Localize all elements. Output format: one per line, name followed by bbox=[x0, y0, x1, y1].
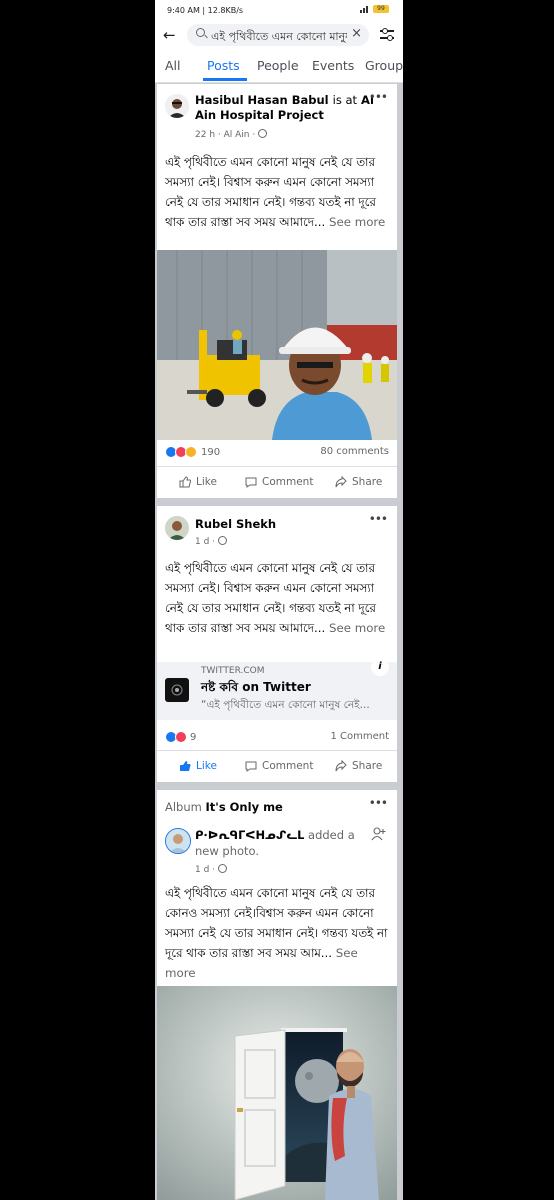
post-card: Album It's Only me ••• ᑭ∙ᐅᕆᑫᒥᐸᕼᓄᔑᓚᒪ adde… bbox=[157, 790, 397, 1200]
active-tab-indicator bbox=[203, 78, 247, 81]
share-button[interactable]: Share bbox=[335, 760, 382, 772]
post-text: এই পৃথিবীতে এমন কোনো মানুষ নেই যে তার সম… bbox=[165, 152, 391, 232]
avatar-image bbox=[165, 516, 189, 540]
share-label: Share bbox=[352, 760, 383, 772]
post-header: Hasibul Hasan Babul is at Al Ain Hospita… bbox=[195, 93, 375, 123]
see-more-link[interactable]: See more bbox=[329, 621, 385, 635]
avatar-image bbox=[165, 94, 189, 118]
see-more-link[interactable]: See more bbox=[329, 215, 385, 229]
share-icon bbox=[335, 760, 347, 772]
author-avatar[interactable] bbox=[165, 516, 189, 540]
speed-text: 12.8KB/s bbox=[207, 6, 244, 15]
thumbs-up-icon bbox=[180, 761, 191, 771]
tab-all[interactable]: All bbox=[165, 58, 181, 73]
like-button[interactable]: Like bbox=[179, 760, 217, 772]
link-description: “এই পৃথিবীতে এমন কোনো মানুষ নেই... bbox=[201, 699, 370, 711]
comment-count[interactable]: 80 comments bbox=[320, 446, 389, 457]
thumbs-up-icon bbox=[179, 476, 191, 488]
post-photo[interactable] bbox=[157, 986, 397, 1200]
post-meta: 1 d · bbox=[195, 536, 227, 547]
more-options-icon[interactable]: ••• bbox=[369, 90, 388, 104]
share-label: Share bbox=[352, 476, 383, 488]
album-header: Album It's Only me bbox=[165, 800, 283, 814]
share-button[interactable]: Share bbox=[335, 476, 382, 488]
love-reaction-icon bbox=[175, 731, 187, 743]
filter-icon[interactable] bbox=[380, 27, 394, 41]
comment-label: Comment bbox=[262, 760, 314, 772]
link-preview[interactable]: TWITTER.COM নষ্ট কবি on Twitter “এই পৃথি… bbox=[157, 658, 397, 720]
author-avatar[interactable] bbox=[165, 828, 191, 854]
globe-icon bbox=[217, 536, 227, 545]
reaction-summary[interactable]: 9 bbox=[165, 731, 196, 743]
reaction-count: 190 bbox=[201, 446, 221, 458]
post-card: Hasibul Hasan Babul is at Al Ain Hospita… bbox=[157, 84, 397, 498]
more-options-icon[interactable]: ••• bbox=[369, 512, 388, 526]
info-icon[interactable]: i bbox=[371, 658, 389, 676]
search-query[interactable]: এই পৃথিবীতে এমন কোনো মানুষ নেই যে bbox=[211, 28, 347, 47]
clear-icon[interactable]: × bbox=[351, 26, 362, 41]
post-time[interactable]: 1 d · bbox=[195, 865, 215, 875]
post-time[interactable]: 1 d · bbox=[195, 537, 215, 547]
search-input[interactable]: এই পৃথিবীতে এমন কোনো মানুষ নেই যে × bbox=[187, 24, 369, 46]
status-time: 9:40 AM | 12.8KB/s bbox=[167, 6, 244, 15]
author-avatar[interactable] bbox=[165, 94, 189, 118]
post-meta: 1 d · bbox=[195, 864, 227, 875]
album-name[interactable]: It's Only me bbox=[206, 800, 283, 814]
reaction-summary[interactable]: 190 bbox=[165, 446, 220, 458]
globe-icon bbox=[217, 864, 227, 873]
author-name[interactable]: Hasibul Hasan Babul bbox=[195, 93, 329, 107]
post-actions: Like Comment Share bbox=[157, 750, 397, 783]
like-button[interactable]: Like bbox=[179, 476, 217, 488]
tab-posts[interactable]: Posts bbox=[207, 58, 240, 73]
search-bar-row: ← এই পৃথিবীতে এমন কোনো মানুষ নেই যে × bbox=[155, 20, 403, 50]
link-domain: TWITTER.COM bbox=[201, 666, 265, 676]
post-card: Rubel Shekh 1 d · ••• এই পৃথিবীতে এমন কো… bbox=[157, 506, 397, 782]
share-icon bbox=[335, 476, 347, 488]
avatar-image bbox=[166, 829, 190, 853]
post-time[interactable]: 22 h · Al Ain · bbox=[195, 130, 255, 140]
back-arrow-icon[interactable]: ← bbox=[163, 27, 176, 43]
post-actions: Like Comment Share bbox=[157, 466, 397, 499]
comment-icon bbox=[245, 761, 257, 772]
comment-button[interactable]: Comment bbox=[245, 760, 313, 772]
add-friend-icon[interactable] bbox=[371, 826, 387, 842]
tab-events[interactable]: Events bbox=[312, 58, 354, 73]
author-name[interactable]: ᑭ∙ᐅᕆᑫᒥᐸᕼᓄᔑᓚᒪ bbox=[195, 828, 304, 842]
tab-people[interactable]: People bbox=[257, 58, 299, 73]
status-icons: 99 bbox=[360, 5, 389, 13]
link-title: নষ্ট কবি on Twitter bbox=[201, 680, 311, 694]
post-header: Rubel Shekh bbox=[195, 517, 276, 532]
link-thumbnail bbox=[165, 678, 189, 702]
post-text: এই পৃথিবীতে এমন কোনো মানুষ নেই যে তার সম… bbox=[165, 558, 391, 638]
status-bar: 9:40 AM | 12.8KB/s 99 bbox=[155, 0, 403, 20]
time-text: 9:40 AM bbox=[167, 6, 200, 15]
author-connector: is at bbox=[332, 93, 358, 107]
post-stats: 190 80 comments bbox=[165, 446, 389, 461]
comment-label: Comment bbox=[262, 476, 314, 488]
more-options-icon[interactable]: ••• bbox=[369, 796, 388, 810]
post-meta: 22 h · Al Ain · bbox=[195, 129, 268, 140]
post-stats: 9 1 Comment bbox=[165, 731, 389, 746]
author-name[interactable]: Rubel Shekh bbox=[195, 517, 276, 531]
tab-groups[interactable]: Groups bbox=[365, 58, 403, 73]
comment-icon bbox=[245, 477, 257, 488]
search-icon bbox=[196, 28, 205, 37]
comment-count[interactable]: 1 Comment bbox=[330, 731, 389, 742]
post-text: এই পৃথিবীতে এমন কোনো মানুষ নেই যে তার কো… bbox=[165, 883, 391, 983]
post-header: ᑭ∙ᐅᕆᑫᒥᐸᕼᓄᔑᓚᒪ added a new photo. bbox=[195, 827, 365, 859]
post-photo[interactable] bbox=[157, 250, 397, 440]
like-label: Like bbox=[196, 760, 217, 772]
phone-screen: 9:40 AM | 12.8KB/s 99 ← এই পৃথিবীতে এমন … bbox=[155, 0, 403, 1200]
comment-button[interactable]: Comment bbox=[245, 476, 313, 488]
care-reaction-icon bbox=[185, 446, 197, 458]
globe-icon bbox=[258, 129, 268, 138]
like-label: Like bbox=[196, 476, 217, 488]
signal-icon bbox=[360, 5, 370, 13]
album-label: Album bbox=[165, 800, 202, 814]
battery-icon: 99 bbox=[373, 5, 389, 13]
reaction-count: 9 bbox=[190, 731, 197, 743]
tab-bar: All Posts People Events Groups bbox=[155, 50, 403, 83]
